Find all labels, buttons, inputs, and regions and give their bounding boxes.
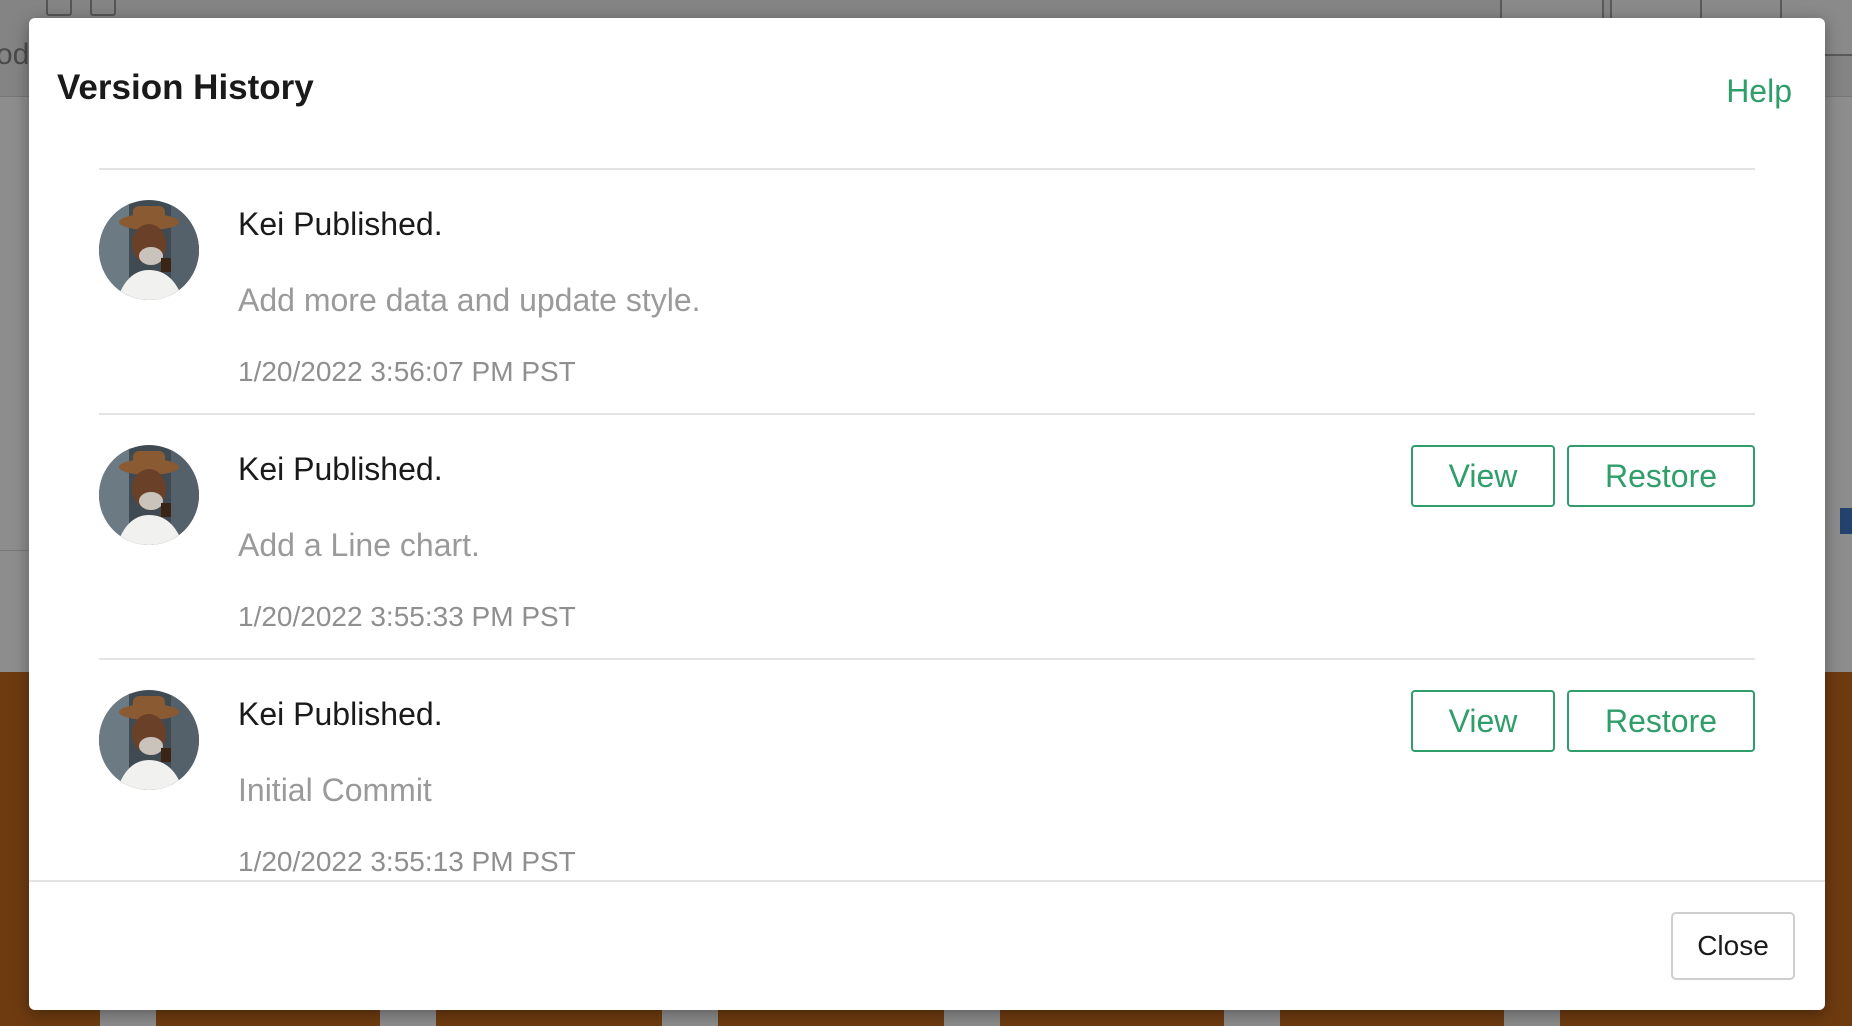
version-timestamp: 1/20/2022 3:56:07 PM PST (238, 356, 576, 387)
version-author-action: Kei Published. (238, 696, 443, 732)
view-version-button[interactable]: View (1411, 445, 1555, 507)
version-author-action: Kei Published. (238, 451, 443, 487)
version-message: Add a Line chart. (238, 527, 480, 563)
close-button[interactable]: Close (1671, 912, 1795, 980)
version-author-action: Kei Published. (238, 206, 443, 242)
background-window-icon (46, 0, 72, 16)
version-history-dialog: Version History Help Kei Published. Add … (29, 18, 1825, 1010)
help-link[interactable]: Help (1726, 73, 1792, 110)
version-item: Kei Published. Add a Line chart. 1/20/20… (99, 413, 1755, 658)
version-timestamp: 1/20/2022 3:55:33 PM PST (238, 601, 576, 632)
user-avatar (99, 445, 199, 545)
view-version-button[interactable]: View (1411, 690, 1555, 752)
user-avatar (99, 200, 199, 300)
version-message: Initial Commit (238, 772, 432, 808)
restore-version-button[interactable]: Restore (1567, 690, 1755, 752)
version-list: Kei Published. Add more data and update … (99, 168, 1755, 898)
version-message: Add more data and update style. (238, 282, 701, 318)
background-divider (0, 550, 28, 551)
version-list-scroll-area[interactable]: Kei Published. Add more data and update … (99, 150, 1755, 898)
dialog-footer: Close (29, 880, 1825, 1012)
version-timestamp: 1/20/2022 3:55:13 PM PST (238, 846, 576, 877)
dialog-title: Version History (57, 68, 314, 107)
user-avatar-photo (99, 690, 199, 790)
restore-version-button[interactable]: Restore (1567, 445, 1755, 507)
version-item: Kei Published. Add more data and update … (99, 168, 1755, 413)
version-item: Kei Published. Initial Commit 1/20/2022 … (99, 658, 1755, 898)
background-accent-block (1840, 508, 1852, 534)
user-avatar-photo (99, 445, 199, 545)
user-avatar (99, 690, 199, 790)
background-edit-icon (90, 0, 116, 16)
user-avatar-photo (99, 200, 199, 300)
